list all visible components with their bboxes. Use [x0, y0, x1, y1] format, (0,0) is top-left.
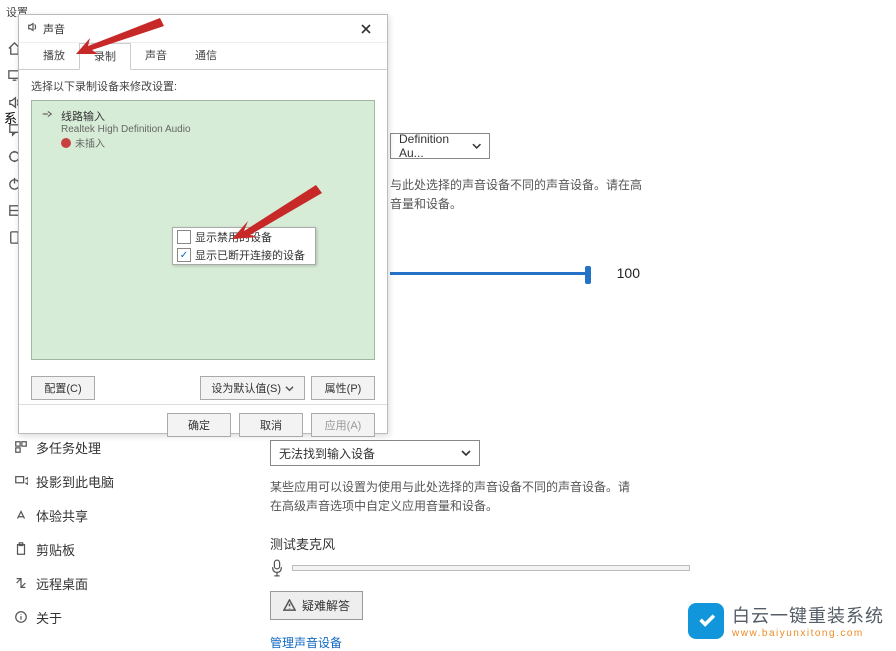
projecting-icon	[14, 474, 36, 488]
dialog-instruction: 选择以下录制设备来修改设置:	[31, 78, 375, 94]
settings-window: 设置 系 多任务处理 投影到此电脑 体验共享 剪贴板 远程桌面	[0, 0, 896, 647]
status-dot-icon	[61, 138, 71, 148]
sidebar-item-label: 关于	[36, 608, 62, 627]
combo-value: Definition Au...	[399, 132, 472, 160]
configure-button[interactable]: 配置(C)	[31, 376, 95, 400]
tab-playback[interactable]: 播放	[29, 43, 79, 69]
line-in-icon	[39, 108, 55, 120]
device-status: 未插入	[61, 135, 191, 150]
chevron-down-icon	[472, 141, 481, 151]
tab-recording[interactable]: 录制	[79, 43, 131, 70]
close-button[interactable]	[353, 18, 379, 40]
menu-show-disabled[interactable]: 显示禁用的设备	[173, 228, 315, 246]
watermark-url: www.baiyunxitong.com	[732, 628, 884, 639]
set-default-button[interactable]: 设为默认值(S)	[200, 376, 305, 400]
troubleshoot-button[interactable]: 疑难解答	[270, 591, 363, 620]
watermark-brand: 白云一键重装系统	[732, 602, 884, 628]
device-list[interactable]: 线路输入 Realtek High Definition Audio 未插入 显…	[31, 100, 375, 360]
watermark: 白云一键重装系统 www.baiyunxitong.com	[688, 602, 884, 639]
combo-value: 无法找到输入设备	[279, 445, 375, 462]
sidebar-item-remote[interactable]: 远程桌面	[0, 566, 200, 600]
device-name: 线路输入	[61, 108, 191, 124]
sidebar-item-about[interactable]: 关于	[0, 600, 200, 634]
checkbox-checked-icon	[177, 248, 191, 262]
close-icon	[361, 24, 371, 34]
remote-icon	[14, 576, 36, 590]
tab-sounds[interactable]: 声音	[131, 43, 181, 69]
mic-test-label: 测试麦克风	[270, 534, 690, 553]
watermark-logo-icon	[688, 603, 724, 639]
troubleshoot-label: 疑难解答	[302, 597, 350, 614]
output-device-combo[interactable]: Definition Au...	[390, 133, 490, 159]
tab-communications[interactable]: 通信	[181, 43, 231, 69]
device-driver: Realtek High Definition Audio	[61, 124, 191, 135]
cancel-button[interactable]: 取消	[239, 413, 303, 437]
input-desc: 某些应用可以设置为使用与此处选择的声音设备不同的声音设备。请在高级声音选项中自定…	[270, 478, 630, 516]
sound-icon	[27, 21, 43, 36]
menu-item-label: 显示已断开连接的设备	[195, 247, 305, 263]
output-desc: 与此处选择的声音设备不同的声音设备。请在高 音量和设备。	[390, 176, 642, 214]
sidebar-item-label: 体验共享	[36, 506, 88, 525]
dialog-bottom-row: 确定 取消 应用(A)	[19, 404, 387, 445]
sound-dialog: 声音 播放 录制 声音 通信 选择以下录制设备来修改设置: 线路输入 Realt…	[18, 14, 388, 434]
ok-button[interactable]: 确定	[167, 413, 231, 437]
sidebar-item-shared[interactable]: 体验共享	[0, 498, 200, 532]
sidebar-item-projecting[interactable]: 投影到此电脑	[0, 464, 200, 498]
mic-test-row	[270, 559, 690, 577]
device-item[interactable]: 线路输入 Realtek High Definition Audio 未插入	[36, 105, 370, 153]
volume-slider-row: 100	[390, 265, 640, 281]
sidebar-item-clipboard[interactable]: 剪贴板	[0, 532, 200, 566]
sidebar-item-label: 投影到此电脑	[36, 472, 114, 491]
menu-item-label: 显示禁用的设备	[195, 229, 272, 245]
dialog-title-text: 声音	[43, 21, 65, 37]
about-icon	[14, 610, 36, 624]
shared-icon	[14, 508, 36, 522]
sidebar-item-label: 远程桌面	[36, 574, 88, 593]
sidebar-list: 多任务处理 投影到此电脑 体验共享 剪贴板 远程桌面 关于	[0, 430, 200, 634]
chevron-down-icon	[461, 448, 471, 458]
mic-level-bar	[292, 565, 690, 571]
microphone-icon	[270, 559, 284, 577]
properties-button[interactable]: 属性(P)	[311, 376, 375, 400]
clipboard-icon	[14, 542, 36, 556]
checkbox-icon	[177, 230, 191, 244]
volume-slider[interactable]	[390, 272, 587, 275]
dialog-actions-row: 配置(C) 设为默认值(S) 属性(P)	[19, 368, 387, 404]
menu-show-disconnected[interactable]: 显示已断开连接的设备	[173, 246, 315, 264]
volume-value: 100	[617, 265, 640, 281]
manage-devices-link[interactable]: 管理声音设备	[270, 634, 342, 651]
sidebar-category: 系	[4, 108, 17, 127]
warning-icon	[283, 599, 296, 612]
context-menu: 显示禁用的设备 显示已断开连接的设备	[172, 227, 316, 265]
dialog-tabs: 播放 录制 声音 通信	[19, 43, 387, 70]
input-section: 无法找到输入设备 某些应用可以设置为使用与此处选择的声音设备不同的声音设备。请在…	[270, 440, 690, 651]
dialog-body: 选择以下录制设备来修改设置: 线路输入 Realtek High Definit…	[19, 70, 387, 368]
apply-button[interactable]: 应用(A)	[311, 413, 375, 437]
sidebar-item-label: 剪贴板	[36, 540, 75, 559]
dialog-titlebar: 声音	[19, 15, 387, 43]
chevron-down-icon	[285, 384, 294, 393]
slider-thumb[interactable]	[585, 266, 591, 284]
